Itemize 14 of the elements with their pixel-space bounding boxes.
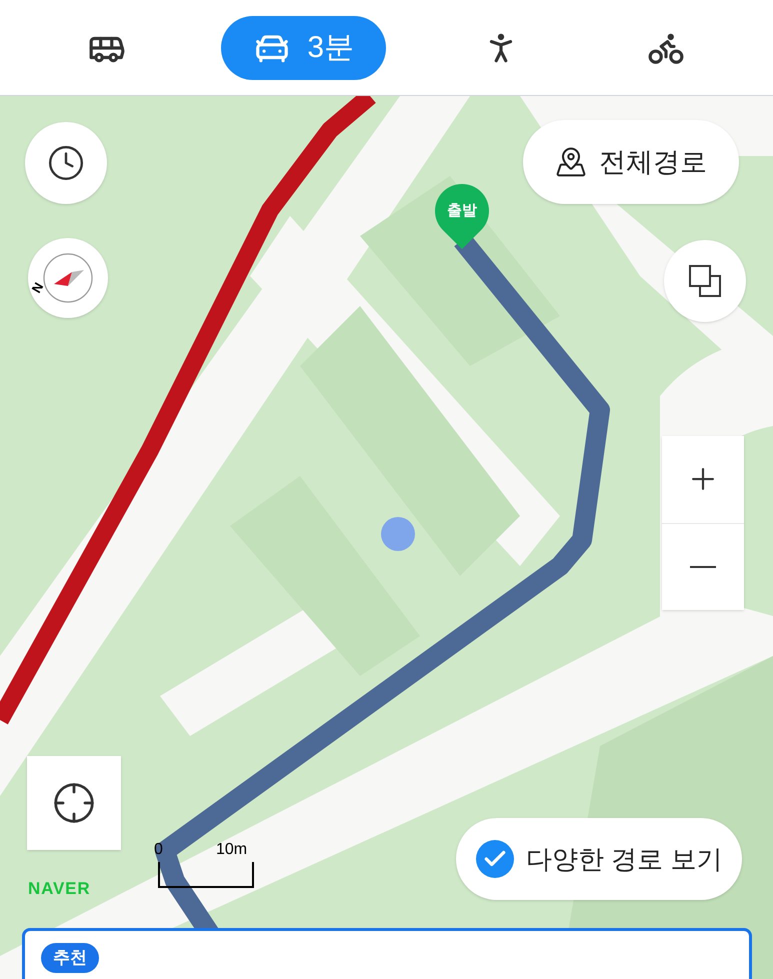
scale-end-label: 10m <box>216 842 248 858</box>
alternative-routes-toggle[interactable]: 다양한 경로 보기 <box>456 818 742 900</box>
compass-icon <box>42 252 94 304</box>
layers-icon <box>688 264 722 298</box>
recommended-badge: 추천 <box>41 943 99 972</box>
naver-logo: NAVER <box>28 878 90 900</box>
crosshair-icon <box>52 781 96 825</box>
clock-icon <box>47 144 85 182</box>
minus-icon <box>690 566 716 568</box>
full-route-button[interactable]: 전체경로 <box>523 120 739 204</box>
route-pin-icon <box>555 146 587 178</box>
compass-north-label: N <box>28 278 48 297</box>
locate-button[interactable] <box>27 756 121 850</box>
route-card[interactable]: 추천 <box>22 928 752 979</box>
